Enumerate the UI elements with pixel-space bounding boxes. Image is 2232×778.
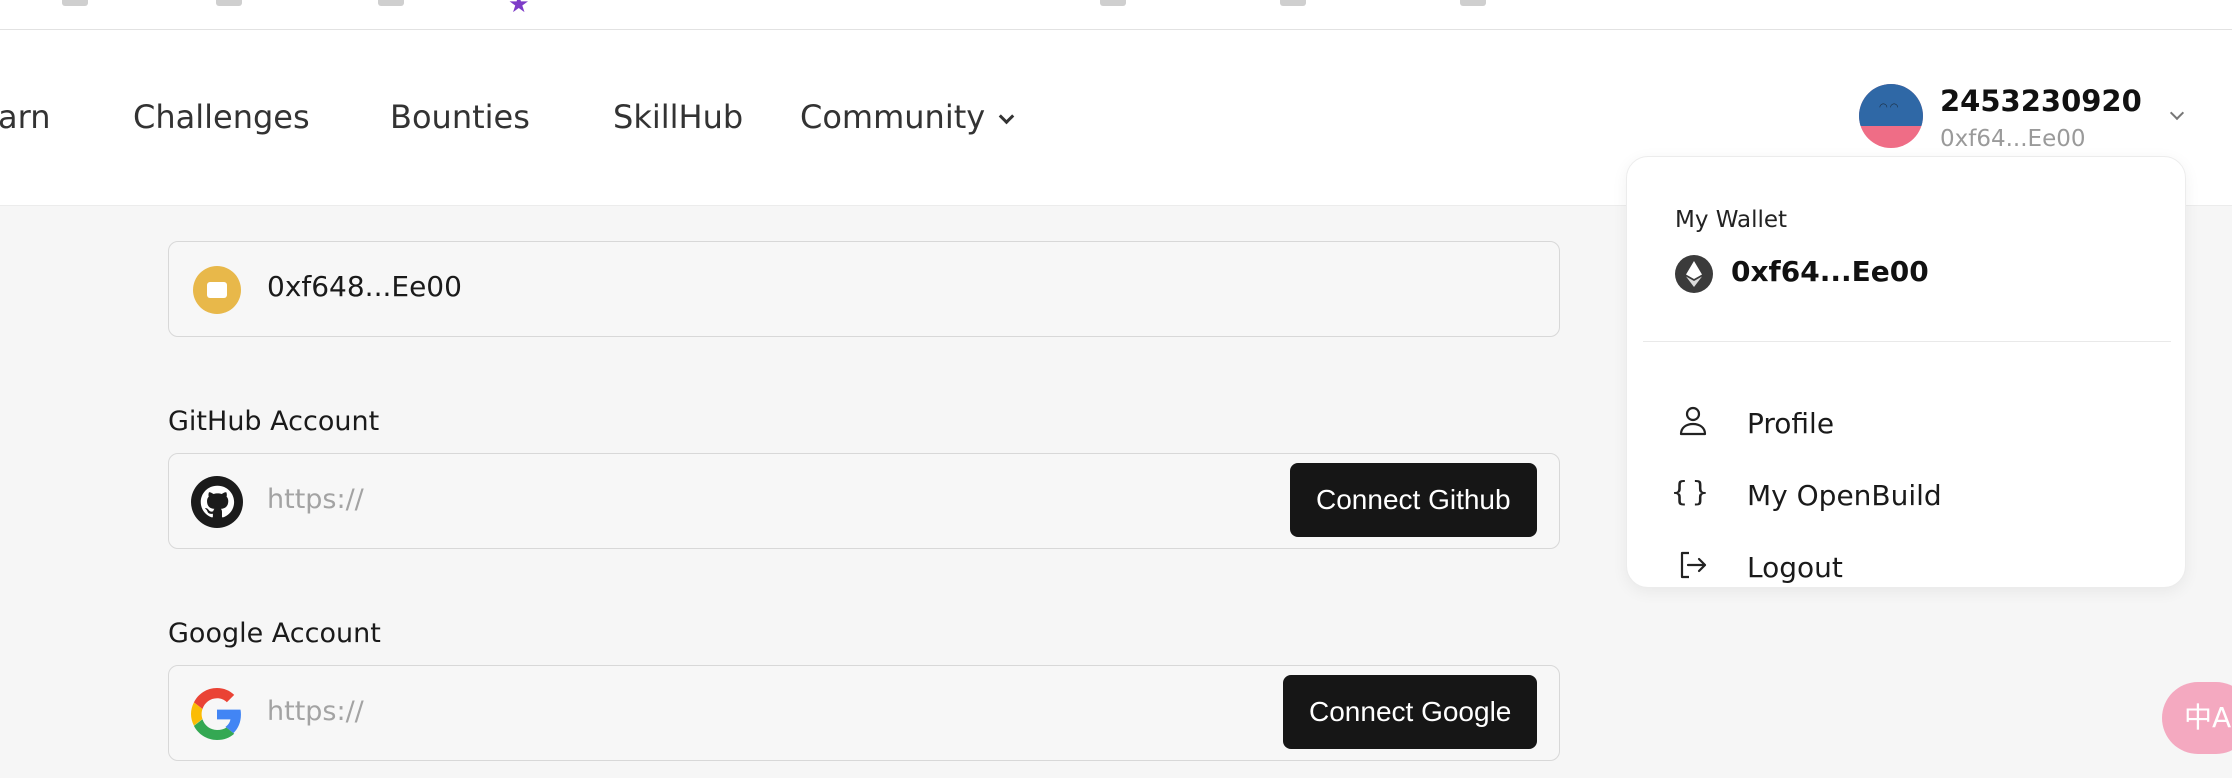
bookmark-item[interactable] [216, 0, 242, 6]
menu-item-my-openbuild[interactable]: {} My OpenBuild [1627, 465, 2187, 525]
avatar[interactable]: ◠◠ [1859, 84, 1923, 148]
logout-icon [1680, 551, 1707, 579]
github-account-field: https:// Connect Github [168, 453, 1560, 549]
github-url-input[interactable]: https:// [267, 484, 364, 515]
wallet-address[interactable]: 0xf64...Ee00 [1731, 255, 1929, 288]
google-url-input[interactable]: https:// [267, 696, 364, 727]
bookmark-item[interactable] [62, 0, 88, 6]
nav-community-label: Community [800, 98, 986, 136]
nav-challenges[interactable]: Challenges [133, 98, 310, 136]
menu-item-label: Profile [1747, 407, 1835, 440]
menu-item-label: Logout [1747, 551, 1843, 584]
user-dropdown-menu: My Wallet 0xf64...Ee00 Profile {} My Ope… [1626, 156, 2186, 588]
chevron-down-icon[interactable] [2169, 105, 2185, 121]
user-icon [1679, 406, 1707, 436]
star-icon[interactable]: ★ [508, 0, 530, 16]
connect-google-button[interactable]: Connect Google [1283, 675, 1538, 749]
google-icon [191, 688, 241, 740]
ethereum-icon [1675, 255, 1713, 293]
chevron-down-icon [998, 108, 1015, 125]
menu-item-logout[interactable]: Logout [1627, 537, 2187, 597]
user-name[interactable]: 2453230920 [1940, 84, 2142, 118]
nav-community[interactable]: Community [800, 98, 1015, 136]
nav-learn[interactable]: arn [0, 98, 50, 136]
connect-github-button[interactable]: Connect Github [1290, 463, 1537, 537]
menu-item-label: My OpenBuild [1747, 479, 1942, 512]
wallet-address-field: 0xf648...Ee00 [168, 241, 1560, 337]
nav-skillhub[interactable]: SkillHub [613, 98, 743, 136]
translate-button[interactable]: 中A [2162, 682, 2232, 754]
menu-item-profile[interactable]: Profile [1627, 393, 2187, 453]
github-account-label: GitHub Account [168, 406, 380, 437]
bookmark-item[interactable] [1280, 0, 1306, 6]
translate-icon: 中A [2184, 701, 2232, 734]
google-account-field: https:// Connect Google [168, 665, 1560, 761]
bookmark-item[interactable] [1100, 0, 1126, 6]
wallet-address-value: 0xf648...Ee00 [267, 270, 462, 303]
bookmark-item[interactable] [378, 0, 404, 6]
nav-bounties[interactable]: Bounties [390, 98, 530, 136]
bookmark-bar: ★ [0, 0, 2232, 30]
google-account-label: Google Account [168, 618, 381, 649]
user-address: 0xf64...Ee00 [1940, 126, 2086, 152]
wallet-icon [193, 266, 241, 314]
my-wallet-label: My Wallet [1675, 207, 1788, 233]
divider [1643, 341, 2171, 342]
bookmark-item[interactable] [1460, 0, 1486, 6]
braces-icon: {} [1671, 475, 1713, 508]
github-icon [191, 476, 243, 528]
